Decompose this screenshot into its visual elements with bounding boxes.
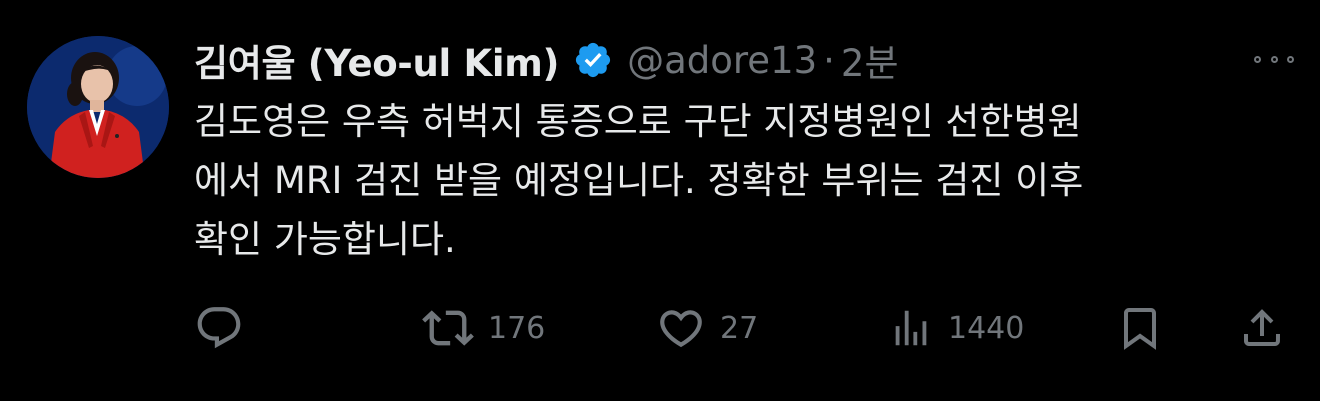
bookmark-icon [1124, 308, 1156, 350]
like-count: 27 [720, 310, 759, 346]
header-separator: · [823, 38, 835, 82]
tweet[interactable]: 김여울 (Yeo-ul Kim) @adore13 · 2분 김도영은 우측 허… [0, 0, 1320, 401]
tweet-text-line: 확인 가능합니다. [194, 218, 456, 261]
like-button[interactable]: 27 [656, 300, 758, 356]
share-icon [1244, 309, 1280, 346]
author-handle[interactable]: @adore13 [627, 39, 817, 82]
tweet-header: 김여울 (Yeo-ul Kim) @adore13 · 2분 [194, 32, 899, 88]
bookmark-button[interactable] [1116, 300, 1164, 356]
retweet-count: 176 [488, 310, 546, 346]
verified-badge-icon[interactable] [573, 40, 613, 80]
tweet-text-line: 에서 MRI 검진 받을 예정입니다. 정확한 부위는 검진 이후 [194, 159, 1084, 202]
retweet-icon [422, 310, 474, 346]
heart-icon [660, 310, 702, 348]
share-button[interactable] [1238, 300, 1286, 356]
tweet-timestamp[interactable]: 2분 [841, 33, 899, 87]
views-count: 1440 [948, 310, 1025, 346]
views-button[interactable]: 1440 [888, 300, 1024, 356]
tweet-text: 김도영은 우측 허벅지 통증으로 구단 지정병원인 선한병원 에서 MRI 검진… [194, 92, 1284, 269]
more-dot [1270, 55, 1278, 63]
more-options-icon[interactable] [1254, 44, 1294, 74]
avatar[interactable] [27, 36, 169, 178]
more-dot [1287, 55, 1294, 63]
author-display-name[interactable]: 김여울 (Yeo-ul Kim) [194, 33, 559, 87]
retweet-button[interactable]: 176 [422, 300, 545, 356]
reply-icon [197, 307, 241, 349]
tweet-text-line: 김도영은 우측 허벅지 통증으로 구단 지정병원인 선한병원 [194, 100, 1082, 143]
reply-button[interactable] [194, 300, 244, 356]
tweet-actions: 176 27 1440 [194, 300, 1304, 356]
views-icon [895, 310, 927, 346]
more-dot [1254, 55, 1261, 63]
